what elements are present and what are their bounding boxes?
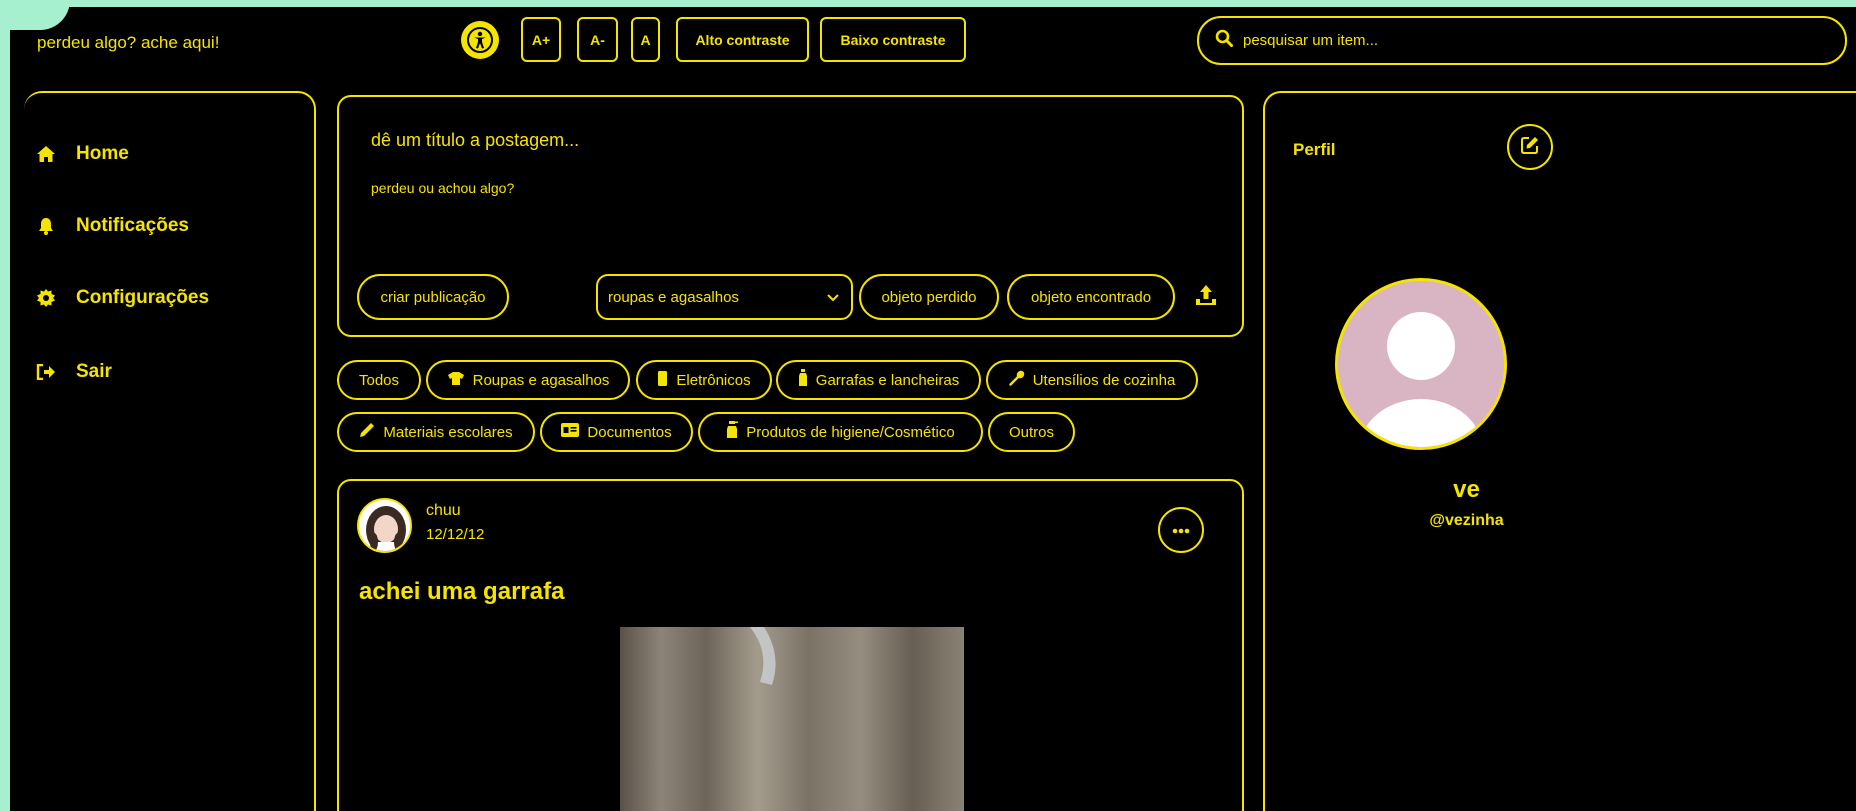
post-date: 12/12/12	[426, 526, 485, 543]
edit-profile-button[interactable]	[1507, 124, 1553, 170]
gear-icon	[32, 289, 60, 307]
high-contrast-button[interactable]: Alto contraste	[676, 17, 809, 62]
avatar[interactable]	[357, 498, 412, 553]
accessibility-icon[interactable]	[461, 21, 499, 59]
profile-handle: @vezinha	[1429, 512, 1504, 529]
post-card: chuu 12/12/12 achei uma garrafa	[337, 479, 1244, 811]
pencil-icon	[359, 422, 375, 442]
profile-title: Perfil	[1293, 140, 1336, 159]
home-icon	[32, 145, 60, 163]
sidebar-item-label: Configurações	[76, 287, 210, 308]
filter-chip-label: Outros	[1008, 423, 1054, 441]
font-increase-button[interactable]: A+	[521, 17, 561, 62]
filter-chip-label: Todos	[358, 371, 400, 389]
search-bar[interactable]	[1197, 16, 1847, 65]
sidebar-item-label: Notificações	[76, 215, 189, 236]
sidebar-item-home[interactable]: Home	[32, 143, 129, 165]
post-image[interactable]	[620, 627, 964, 811]
filter-chip-hygiene[interactable]: Produtos de higiene/Cosmético	[698, 412, 983, 452]
window-edge-corner	[0, 0, 70, 30]
edit-icon	[1521, 136, 1539, 159]
sidebar-item-label: Sair	[76, 361, 112, 382]
filter-chip-label: Garrafas e lancheiras	[815, 371, 960, 389]
post-body-input[interactable]	[371, 180, 1171, 196]
filter-chip-label: Produtos de higiene/Cosmético	[746, 423, 955, 441]
post-title-input[interactable]	[371, 130, 1171, 151]
filter-chip-label: Documentos	[587, 423, 672, 441]
filter-chip-kitchen[interactable]: Utensílios de cozinha	[986, 360, 1198, 400]
filter-chip-label: Eletrônicos	[676, 371, 751, 389]
profile-panel: Perfil ve @vezinha	[1263, 91, 1856, 811]
upload-icon[interactable]	[1193, 282, 1219, 308]
id-card-icon	[561, 423, 580, 441]
sidebar-item-logout[interactable]: Sair	[32, 361, 112, 383]
window-edge-left	[0, 0, 10, 811]
post-title: achei uma garrafa	[359, 578, 565, 605]
low-contrast-button[interactable]: Baixo contraste	[820, 17, 966, 62]
sidebar-item-settings[interactable]: Configurações	[32, 287, 209, 309]
sidebar-item-notifications[interactable]: Notificações	[32, 215, 189, 237]
post-composer: criar publicação roupas e agasalhos obje…	[337, 95, 1244, 337]
font-decrease-button[interactable]: A-	[577, 17, 618, 62]
filter-chip-school[interactable]: Materiais escolares	[337, 412, 535, 452]
filter-chip-label: Roupas e agasalhos	[472, 371, 610, 389]
sidebar-item-label: Home	[76, 143, 129, 164]
category-select-value: roupas e agasalhos	[608, 288, 739, 306]
phone-icon	[657, 370, 668, 391]
profile-name: ve	[1453, 476, 1480, 503]
sidebar: Home Notificações Configurações Sair	[24, 91, 316, 811]
chevron-down-icon	[827, 289, 839, 306]
ellipsis-icon	[1172, 521, 1190, 539]
bell-icon	[32, 217, 60, 235]
search-input[interactable]	[1243, 32, 1803, 49]
filter-chip-documents[interactable]: Documentos	[540, 412, 693, 452]
category-select[interactable]: roupas e agasalhos	[596, 274, 853, 320]
filter-chip-all[interactable]: Todos	[337, 360, 421, 400]
filter-chip-clothes[interactable]: Roupas e agasalhos	[426, 360, 630, 400]
more-options-button[interactable]	[1158, 507, 1204, 553]
spray-bottle-icon	[726, 421, 739, 443]
spoon-icon	[1009, 370, 1025, 390]
filter-chip-label: Utensílios de cozinha	[1032, 371, 1176, 389]
shirt-icon	[447, 371, 465, 390]
font-reset-button[interactable]: A	[631, 17, 660, 62]
bottle-icon	[798, 369, 808, 391]
filter-chip-label: Materiais escolares	[383, 423, 513, 441]
profile-avatar[interactable]	[1335, 278, 1507, 450]
lost-object-button[interactable]: objeto perdido	[859, 274, 999, 320]
search-icon	[1215, 29, 1233, 52]
create-post-button[interactable]: criar publicação	[357, 274, 509, 320]
window-edge-top	[0, 0, 1856, 7]
brand-title: perdeu algo? ache aqui!	[37, 33, 220, 52]
logout-icon	[32, 364, 60, 380]
filter-chip-bottles[interactable]: Garrafas e lancheiras	[776, 360, 981, 400]
found-object-button[interactable]: objeto encontrado	[1007, 274, 1175, 320]
filter-chip-others[interactable]: Outros	[988, 412, 1075, 452]
post-author[interactable]: chuu	[426, 502, 461, 520]
filter-chip-electronics[interactable]: Eletrônicos	[636, 360, 772, 400]
